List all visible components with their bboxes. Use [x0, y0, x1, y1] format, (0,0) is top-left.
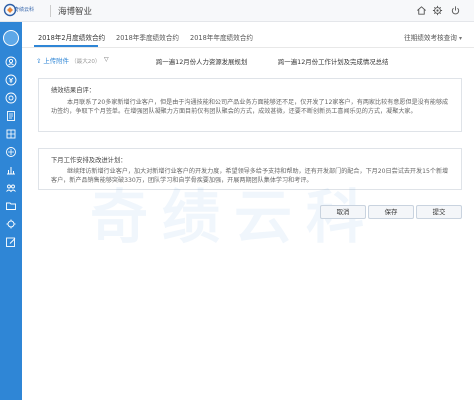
- self-review-text[interactable]: 本月联系了20多家新增行业客户，但是由于沟通技能和公司产品业务方面能够还不足，仅…: [51, 98, 449, 117]
- chart-icon[interactable]: [5, 164, 17, 176]
- tab-bar: 2018年2月度绩效合约 2018年季度绩效合约 2018年年度绩效合约 往期绩…: [22, 22, 474, 48]
- attachment-bar: ⇪ 上传附件 （最大20） ▽ 跨一遍12月份人力资源发展规划 跨一遍12月份工…: [28, 54, 468, 68]
- attachment-file[interactable]: 跨一遍12月份人力资源发展规划: [156, 57, 247, 66]
- avatar[interactable]: [3, 30, 19, 46]
- edit-icon[interactable]: [5, 236, 17, 248]
- user-icon[interactable]: [5, 56, 17, 68]
- upload-icon: ⇪: [36, 57, 42, 65]
- submit-button[interactable]: 提交: [416, 205, 462, 219]
- history-query-label: 往期绩效考核查询: [404, 34, 457, 42]
- self-review-title: 绩效结果自评：: [51, 87, 96, 94]
- save-button[interactable]: 保存: [368, 205, 414, 219]
- next-month-plan-section: 下月工作安排及改进计划： 继续拜访新增行业客户，加大对新增行业客户的开发力度，希…: [38, 148, 462, 190]
- gear-icon[interactable]: [5, 218, 17, 230]
- document-icon[interactable]: [5, 110, 17, 122]
- building-icon[interactable]: [5, 128, 17, 140]
- tab-annual-contract[interactable]: 2018年年度绩效合约: [190, 32, 253, 42]
- sidebar: [0, 22, 22, 400]
- tab-quarterly-contract[interactable]: 2018年季度绩效合约: [116, 32, 179, 42]
- home-icon[interactable]: [416, 5, 427, 16]
- gear-icon[interactable]: [432, 5, 443, 16]
- group-icon[interactable]: [5, 182, 17, 194]
- folder-icon[interactable]: [5, 200, 17, 212]
- next-month-plan-text[interactable]: 继续拜访新增行业客户，加大对新增行业客户的开发力度，希望领导多给予支持和帮助，还…: [51, 167, 449, 186]
- top-bar: 奇绩云科 海博智业: [0, 0, 474, 22]
- attachment-file[interactable]: 跨一遍12月份工作计划及完成情况总结: [278, 57, 388, 66]
- cancel-button[interactable]: 取消: [320, 205, 366, 219]
- active-tab-indicator: [34, 45, 98, 47]
- money-icon[interactable]: [5, 74, 17, 86]
- next-month-plan-title: 下月工作安排及改进计划：: [51, 157, 127, 164]
- self-review-section: 绩效结果自评： 本月联系了20多家新增行业客户，但是由于沟通技能和公司产品业务方…: [38, 78, 462, 132]
- chevron-down-icon: ▾: [458, 35, 462, 42]
- logo-text: 奇绩云科: [14, 7, 35, 13]
- chevron-down-icon[interactable]: ▽: [104, 56, 109, 63]
- attachment-count: （最大20）: [71, 59, 101, 65]
- upload-attachment-button[interactable]: ⇪ 上传附件 （最大20）: [36, 56, 101, 65]
- topbar-divider: [50, 5, 51, 17]
- power-icon[interactable]: [450, 5, 461, 16]
- company-name: 海博智业: [58, 7, 93, 17]
- upload-label: 上传附件: [43, 57, 69, 65]
- shield-icon[interactable]: [5, 146, 17, 158]
- target-icon[interactable]: [5, 92, 17, 104]
- history-query-button[interactable]: 往期绩效考核查询 ▾: [404, 32, 462, 42]
- tab-february-contract[interactable]: 2018年2月度绩效合约: [38, 32, 105, 42]
